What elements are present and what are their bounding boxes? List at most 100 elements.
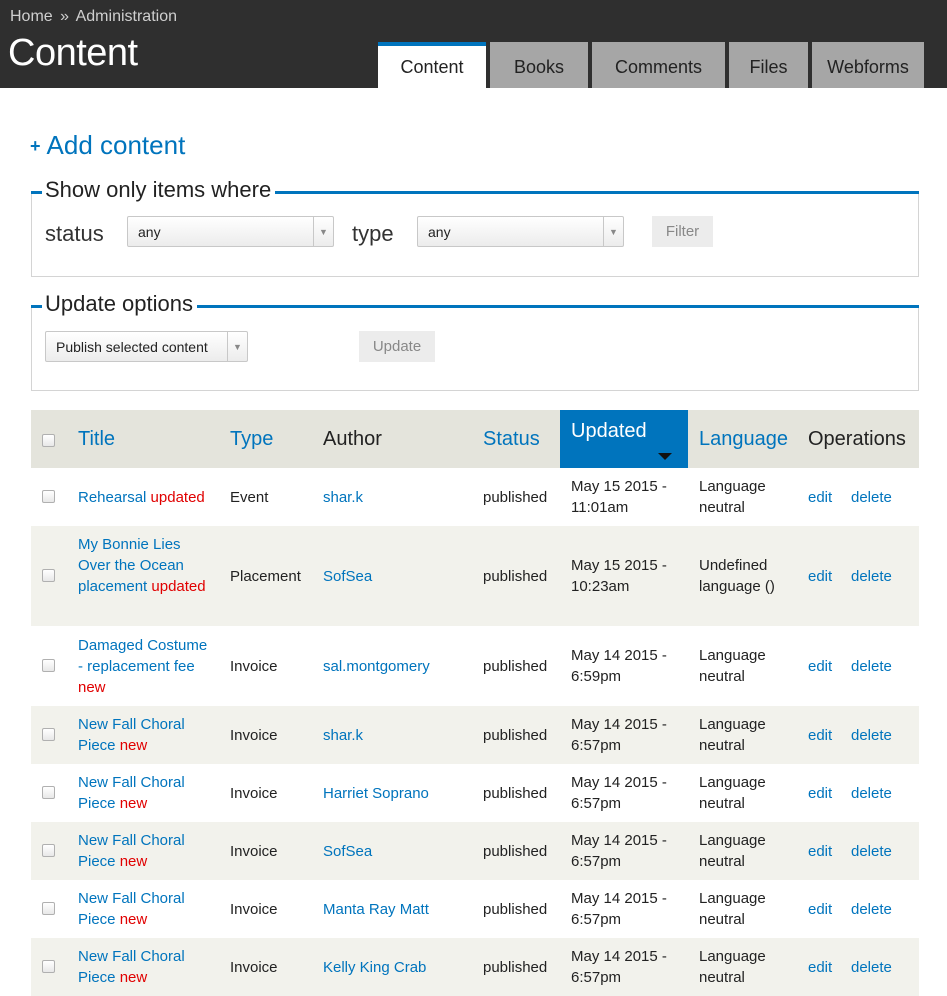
row-flag-badge: new [78,678,106,696]
column-header-type[interactable]: Type [230,410,273,468]
row-title-link[interactable]: New Fall Choral Piece new [78,946,213,988]
row-author-link[interactable]: shar.k [323,725,363,746]
filter-button[interactable]: Filter [652,216,713,247]
row-updated-date: May 15 2015 - [571,478,667,495]
update-button[interactable]: Update [359,331,435,362]
row-updated-date: May 14 2015 - [571,774,667,791]
row-edit-link[interactable]: edit [808,566,832,587]
row-delete-link[interactable]: delete [851,656,892,677]
row-checkbox[interactable] [42,960,55,973]
status-select-value: any [138,224,161,240]
column-header-title[interactable]: Title [78,410,115,468]
row-edit-link[interactable]: edit [808,487,832,508]
content-table: Title Type Author Status Updated Languag… [31,410,919,996]
row-flag-badge: updated [150,488,205,506]
row-edit-link[interactable]: edit [808,725,832,746]
table-body: Rehearsal updated Event shar.k published May… [31,468,919,996]
row-edit-link[interactable]: edit [808,656,832,677]
tab-files[interactable]: Files [729,42,808,88]
row-language-line1: Language [699,647,766,664]
row-title-link[interactable]: New Fall Choral Piece new [78,888,213,930]
row-edit-link[interactable]: edit [808,957,832,978]
row-updated-time: 6:57pm [571,737,622,754]
row-author-link[interactable]: sal.montgomery [323,656,430,677]
row-updated: May 14 2015 - 6:57pm [571,946,681,988]
status-select[interactable]: any ▼ [127,216,334,247]
update-legend: Update options [42,290,197,318]
row-updated-date: May 14 2015 - [571,832,667,849]
row-language-line1: Undefined [699,557,768,574]
status-label: status [45,221,104,246]
row-author-link[interactable]: SofSea [323,841,372,862]
row-checkbox[interactable] [42,844,55,857]
row-delete-link[interactable]: delete [851,487,892,508]
bulk-action-select[interactable]: Publish selected content ▼ [45,331,248,362]
row-checkbox[interactable] [42,659,55,672]
row-title-text: Damaged Costume - replacement fee [78,636,208,675]
row-language: Language neutral [699,476,794,518]
row-title-link[interactable]: New Fall Choral Piece new [78,830,213,872]
row-flag-badge: new [119,853,148,870]
column-header-language[interactable]: Language [699,410,788,468]
breadcrumb-home-link[interactable]: Home [10,8,53,25]
row-author-link[interactable]: Harriet Soprano [323,783,429,804]
row-checkbox[interactable] [42,490,55,503]
row-status: published [483,842,548,860]
row-title-link[interactable]: Rehearsal updated [78,487,213,508]
row-edit-link[interactable]: edit [808,783,832,804]
row-author-link[interactable]: Kelly King Crab [323,957,426,978]
row-type: Invoice [230,726,278,744]
row-title-link[interactable]: Damaged Costume - replacement fee new [78,635,213,698]
row-delete-link[interactable]: delete [851,725,892,746]
row-updated-date: May 14 2015 - [571,716,667,733]
breadcrumb-separator: » [60,8,70,25]
table-row: New Fall Choral Piece new Invoice Harriet … [31,764,919,822]
row-edit-link[interactable]: edit [808,841,832,862]
row-delete-link[interactable]: delete [851,566,892,587]
row-checkbox[interactable] [42,902,55,915]
chevron-down-icon: ▼ [603,217,623,246]
row-author-link[interactable]: Manta Ray Matt [323,899,429,920]
primary-tabs: Content Books Comments Files Webforms [378,42,928,88]
row-language-line1: Language [699,832,766,849]
column-header-status[interactable]: Status [483,410,540,468]
type-select[interactable]: any ▼ [417,216,624,247]
row-checkbox[interactable] [42,786,55,799]
row-language: Language neutral [699,714,794,756]
row-language-line2: neutral [699,668,745,685]
chevron-down-icon: ▼ [313,217,333,246]
row-delete-link[interactable]: delete [851,783,892,804]
column-header-updated[interactable]: Updated [560,410,688,468]
tab-webforms[interactable]: Webforms [812,42,924,88]
row-delete-link[interactable]: delete [851,957,892,978]
row-author-link[interactable]: SofSea [323,566,372,587]
row-checkbox[interactable] [42,728,55,741]
row-updated: May 14 2015 - 6:57pm [571,714,681,756]
breadcrumb-admin-link[interactable]: Administration [76,8,177,25]
row-author-link[interactable]: shar.k [323,487,363,508]
row-updated-date: May 14 2015 - [571,948,667,965]
row-edit-link[interactable]: edit [808,899,832,920]
bulk-action-value: Publish selected content [56,339,208,355]
tab-comments[interactable]: Comments [592,42,725,88]
column-header-author: Author [323,427,382,450]
select-all-checkbox[interactable] [42,434,55,447]
add-content-label: Add content [46,130,186,160]
row-title-link[interactable]: My Bonnie Lies Over the Ocean placement … [78,534,213,597]
type-label: type [352,221,394,246]
tab-content[interactable]: Content [378,42,486,88]
row-language-line1: Language [699,716,766,733]
row-delete-link[interactable]: delete [851,899,892,920]
row-checkbox[interactable] [42,569,55,582]
column-header-updated-label: Updated [571,420,647,442]
row-status: published [483,726,548,744]
row-delete-link[interactable]: delete [851,841,892,862]
table-row: My Bonnie Lies Over the Ocean placement … [31,526,919,626]
row-updated-time: 6:59pm [571,668,622,685]
tab-books[interactable]: Books [490,42,588,88]
row-flag-badge: new [119,737,148,754]
add-content-link[interactable]: + Add content [30,130,185,161]
row-title-link[interactable]: New Fall Choral Piece new [78,772,213,814]
table-header: Title Type Author Status Updated Languag… [31,410,919,468]
row-title-link[interactable]: New Fall Choral Piece new [78,714,213,756]
